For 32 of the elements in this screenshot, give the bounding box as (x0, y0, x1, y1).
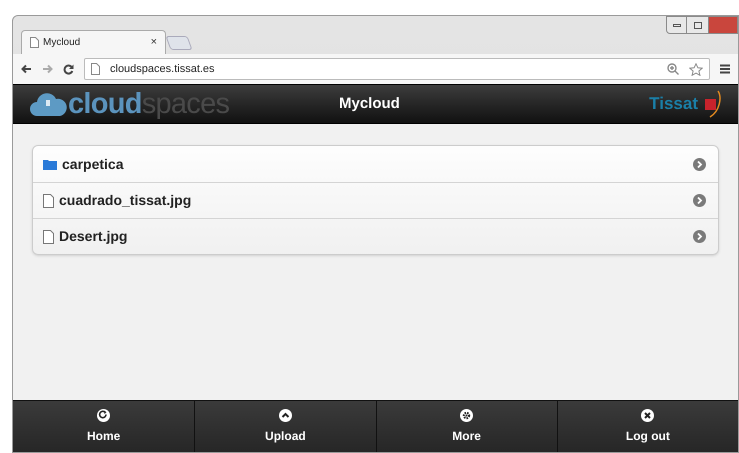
footer-button[interactable]: Upload (194, 401, 376, 452)
minimize-button[interactable] (666, 16, 687, 34)
footer-button[interactable]: More (376, 401, 557, 452)
page-icon (91, 63, 100, 75)
page-icon (30, 37, 39, 48)
folder-icon (43, 158, 57, 170)
file-icon (43, 230, 54, 244)
chevron-icon (693, 230, 706, 243)
reload-icon[interactable] (63, 64, 74, 74)
list-item[interactable]: carpetica (33, 146, 718, 182)
back-icon[interactable] (21, 64, 32, 74)
brand-logo: Tissat (649, 93, 698, 116)
zoom-icon[interactable] (667, 63, 679, 75)
page-title: Mycloud (339, 94, 400, 114)
refresh-icon (97, 408, 110, 422)
url-text: cloudspaces.tissat.es (110, 62, 215, 77)
footer-button[interactable]: Log out (556, 401, 738, 452)
footer-button[interactable]: Home (13, 401, 194, 452)
close-icon (641, 408, 654, 422)
address-bar[interactable]: cloudspaces.tissat.es (84, 58, 710, 80)
browser-tab[interactable]: Mycloud × (21, 30, 166, 54)
star-icon[interactable] (689, 62, 703, 76)
menu-icon[interactable] (720, 64, 730, 74)
list-item[interactable]: cuadrado_tissat.jpg (33, 182, 718, 218)
settings-icon (460, 408, 474, 422)
file-icon (43, 194, 54, 208)
maximize-button[interactable] (687, 16, 708, 34)
tab-close[interactable]: × (150, 34, 157, 51)
list-item[interactable]: Desert.jpg (33, 218, 718, 254)
chevron-icon (693, 194, 706, 207)
chevron-icon (693, 158, 706, 170)
tab-title: Mycloud (43, 36, 80, 50)
